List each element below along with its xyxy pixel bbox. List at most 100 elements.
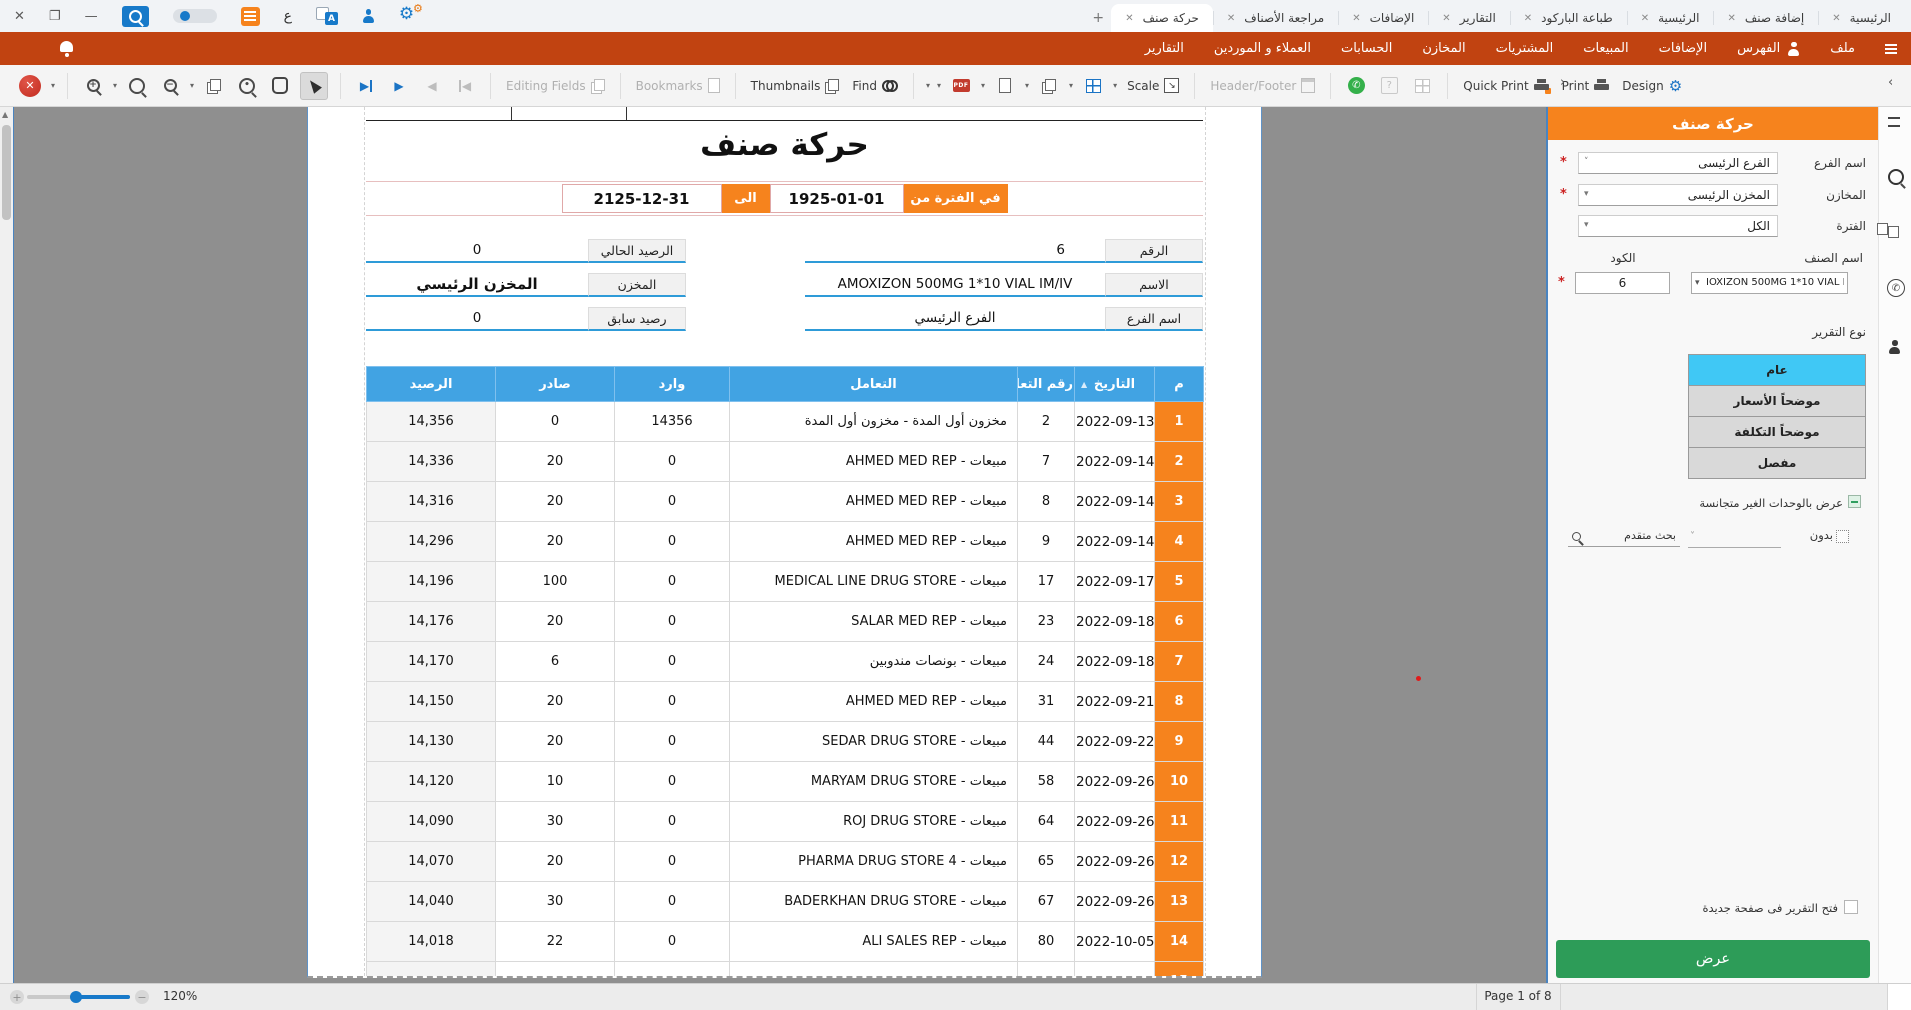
tab-close-icon[interactable]: ✕ — [1641, 13, 1649, 24]
grid-picker-icon[interactable] — [1836, 530, 1849, 543]
menu-item-0[interactable]: ملف — [1830, 41, 1855, 56]
phone-contact-icon[interactable]: ✆ — [1887, 279, 1905, 297]
table-row[interactable]: 122022-09-2665مبيعات - PHARMA DRUG STORE… — [367, 842, 1204, 882]
table-row[interactable]: 92022-09-2244مبيعات - SEDAR DRUG STORE02… — [367, 722, 1204, 762]
close-window-icon[interactable]: ✕ — [14, 10, 25, 23]
open-new-page-checkbox[interactable] — [1844, 900, 1858, 914]
table-row[interactable]: 42022-09-149مبيعات - AHMED MED REP02014,… — [367, 522, 1204, 562]
panel-collapse-chevron[interactable]: › — [1560, 75, 1565, 90]
close-dropdown-icon[interactable]: ▾ — [51, 81, 55, 90]
table-row[interactable]: 12022-09-132مخزون أول المدة - مخزون أول … — [367, 402, 1204, 442]
menu-list-button[interactable] — [241, 7, 260, 26]
column-header-1[interactable]: التاريخ▲ — [1075, 367, 1155, 402]
report-type-option-0[interactable]: عام — [1688, 354, 1866, 386]
theme-toggle[interactable] — [173, 9, 217, 23]
new-tab-button[interactable]: + — [1085, 4, 1111, 32]
bookmarks-button[interactable]: Bookmarks — [633, 73, 723, 99]
help-button[interactable]: ? — [1376, 73, 1402, 99]
page-setup-dropdown-icon[interactable]: ▾ — [981, 81, 985, 90]
column-header-5[interactable]: صادر — [496, 367, 615, 402]
next-page-button[interactable]: ▶ — [386, 73, 412, 99]
table-row[interactable]: 132022-09-2667مبيعات - BADERKHAN DRUG ST… — [367, 882, 1204, 922]
scale-dropdown-icon[interactable]: ▾ — [1113, 81, 1117, 90]
last-page-button[interactable]: ◀ — [452, 73, 478, 99]
scale-button[interactable]: Scale↘ — [1124, 73, 1182, 99]
first-page-button[interactable]: ▶ — [353, 73, 379, 99]
copies-dropdown-icon[interactable]: ▾ — [1025, 81, 1029, 90]
table-row[interactable]: 102022-09-2658مبيعات - MARYAM DRUG STORE… — [367, 762, 1204, 802]
tab-close-icon[interactable]: ✕ — [1442, 13, 1450, 24]
search-icon[interactable] — [1888, 169, 1904, 189]
report-type-option-1[interactable]: موضحاً الأسعار — [1688, 386, 1866, 417]
zoom-out-button[interactable]: − — [157, 73, 183, 99]
report-type-option-3[interactable]: مفصل — [1688, 448, 1866, 479]
search-button[interactable] — [122, 6, 149, 27]
tab[interactable]: الرئيسية✕ — [1627, 4, 1714, 32]
multi-page-view-button[interactable] — [201, 73, 227, 99]
export-dropdown-icon[interactable]: ▾ — [926, 81, 930, 90]
menu-item-1[interactable]: الفهرس — [1737, 41, 1800, 56]
period-select[interactable]: الكل ▾ — [1578, 215, 1778, 237]
zoom-in-button[interactable]: + — [80, 73, 106, 99]
menu-item-7[interactable]: العملاء و الموردين — [1214, 41, 1311, 56]
zoom-in-status-icon[interactable]: + — [10, 990, 24, 1004]
tab[interactable]: الإضافات✕ — [1338, 4, 1428, 32]
menubar-hamburger-icon[interactable] — [1885, 48, 1897, 50]
column-header-6[interactable]: الرصيد — [367, 367, 496, 402]
branch-select[interactable]: الفرع الرئيسى ˅ — [1578, 152, 1778, 174]
column-header-0[interactable]: م — [1155, 367, 1204, 402]
scrollbar-thumb[interactable] — [2, 125, 11, 220]
filter-dropdown[interactable]: ˅ — [1688, 527, 1781, 548]
language-letter[interactable]: ع — [284, 8, 292, 24]
translate-icon[interactable]: A — [316, 7, 338, 25]
table-row[interactable]: 22022-09-147مبيعات - AHMED MED REP02014,… — [367, 442, 1204, 482]
menu-item-8[interactable]: التقارير — [1145, 41, 1184, 56]
whatsapp-share-button[interactable]: ✆ — [1343, 73, 1369, 99]
zoom-page-button[interactable]: • — [234, 73, 260, 99]
tab[interactable]: مراجعة الأصناف✕ — [1213, 4, 1338, 32]
column-header-2[interactable]: رقم التعامل — [1018, 367, 1075, 402]
restore-window-icon[interactable]: ❐ — [49, 10, 61, 23]
menu-item-3[interactable]: المبيعات — [1583, 41, 1628, 56]
menu-item-2[interactable]: الإضافات — [1659, 41, 1707, 56]
zoom-out-dropdown-icon[interactable]: ▾ — [190, 81, 194, 90]
export-dropdown-icon[interactable]: ▾ — [937, 81, 941, 90]
magnifier-button[interactable] — [124, 73, 150, 99]
strip-collapse-chevron[interactable]: ‹ — [1888, 75, 1893, 90]
tab-close-icon[interactable]: ✕ — [1524, 13, 1532, 24]
table-row[interactable]: 82022-09-2131مبيعات - AHMED MED REP02014… — [367, 682, 1204, 722]
editing-fields-button[interactable]: Editing Fields — [503, 73, 608, 99]
tab[interactable]: التقارير✕ — [1428, 4, 1509, 32]
tab-close-icon[interactable]: ✕ — [1352, 13, 1360, 24]
print-button[interactable]: Print — [1559, 73, 1613, 99]
tab-close-icon[interactable]: ✕ — [1125, 13, 1133, 24]
scroll-up-icon[interactable]: ▲ — [2, 110, 8, 119]
tab[interactable]: طباعة الباركود✕ — [1510, 4, 1627, 32]
header-footer-button[interactable]: Header/Footer — [1207, 73, 1318, 99]
tab-close-icon[interactable]: ✕ — [1727, 13, 1735, 24]
user-icon[interactable] — [362, 9, 375, 23]
thumbnails-button[interactable]: Thumbnails — [748, 73, 843, 99]
table-row[interactable]: 72022-09-1824مبيعات - بونصات مندوبين0614… — [367, 642, 1204, 682]
stores-select[interactable]: المخزن الرئيسى ▾ — [1578, 184, 1778, 206]
close-preview-button[interactable]: ✕ — [16, 73, 44, 99]
table-row[interactable]: 142022-10-0580مبيعات - ALI SALES REP0221… — [367, 922, 1204, 962]
view-report-button[interactable]: عرض — [1556, 940, 1870, 978]
page-setup-button[interactable] — [992, 73, 1018, 99]
notifications-bell-icon[interactable] — [58, 40, 76, 57]
code-field[interactable]: 6 — [1575, 272, 1670, 294]
menu-item-4[interactable]: المشتريات — [1496, 41, 1554, 56]
report-type-option-2[interactable]: موضحاً التكلفة — [1688, 417, 1866, 448]
zoom-slider-thumb[interactable] — [70, 991, 82, 1003]
hand-tool-button[interactable] — [267, 73, 293, 99]
zoom-out-status-icon[interactable]: − — [135, 990, 149, 1004]
export-pdf-button[interactable]: PDF — [948, 73, 974, 99]
menu-item-6[interactable]: الحسابات — [1341, 41, 1392, 56]
tab-active[interactable]: حركة صنف✕ — [1111, 4, 1213, 32]
item-combobox[interactable]: IOXIZON 500MG 1*10 VIAL IM/IV ▾ — [1691, 272, 1848, 294]
zoom-dropdown-icon[interactable]: ▾ — [113, 81, 117, 90]
prev-page-button[interactable]: ◀ — [419, 73, 445, 99]
table-row[interactable]: 112022-09-2664مبيعات - ROJ DRUG STORE030… — [367, 802, 1204, 842]
column-header-3[interactable]: التعامل — [730, 367, 1018, 402]
select-tool-button[interactable] — [300, 72, 328, 100]
